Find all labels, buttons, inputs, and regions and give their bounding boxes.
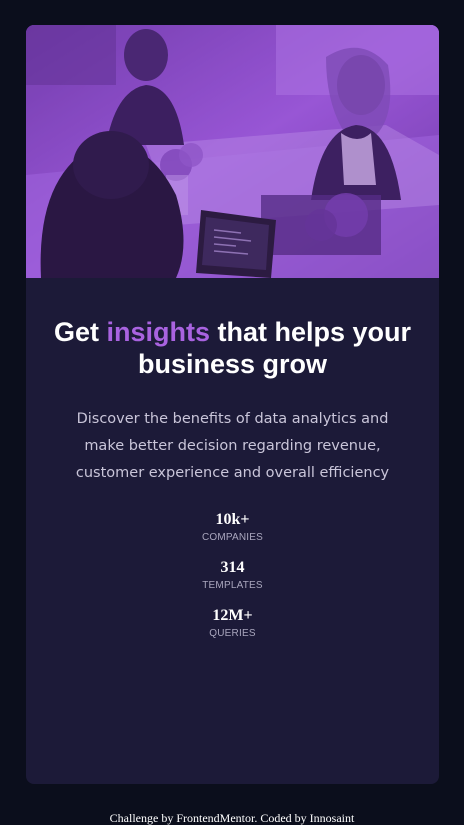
stat-label: COMPANIES <box>201 532 264 543</box>
card-content: Get insights that helps your business gr… <box>26 316 439 641</box>
description: Discover the benefits of data analytics … <box>75 411 390 481</box>
attribution-footer: Challenge by FrontendMentor. Coded by In… <box>109 811 355 825</box>
stats-list: 10k+ COMPANIES 314 TEMPLATES 12M+ QUERIE… <box>26 511 439 641</box>
stats-preview-card: Get insights that helps your business gr… <box>26 25 439 784</box>
hero-illustration <box>26 25 439 278</box>
stat-value: 10k+ <box>215 511 250 528</box>
stat-label: TEMPLATES <box>202 580 263 591</box>
stat-templates: 314 TEMPLATES <box>26 559 439 593</box>
stat-queries: 12M+ QUERIES <box>26 607 439 641</box>
stat-companies: 10k+ COMPANIES <box>26 511 439 545</box>
stat-value: 314 <box>220 559 245 576</box>
page-title: Get insights that helps your business gr… <box>26 316 439 380</box>
headline-lead: Get <box>53 317 107 347</box>
headline-accent: insights <box>106 317 210 347</box>
stat-label: QUERIES <box>209 628 256 639</box>
hero-image <box>26 25 439 278</box>
stat-value: 12M+ <box>212 607 253 624</box>
